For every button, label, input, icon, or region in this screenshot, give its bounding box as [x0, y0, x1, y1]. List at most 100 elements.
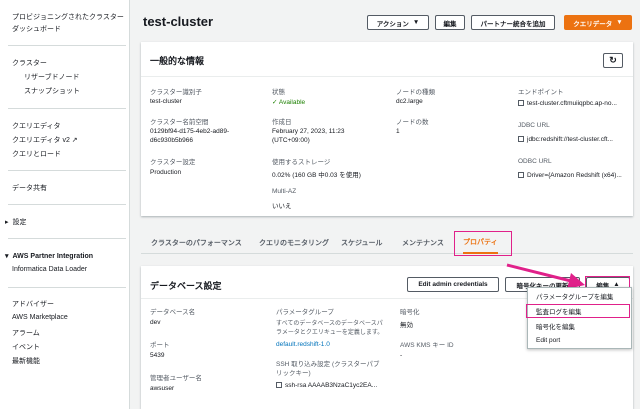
db-name-value: dev: [150, 319, 161, 326]
ssh-label-line2: リックキー): [276, 370, 311, 377]
sidebar-item-datashares[interactable]: データ共有: [12, 183, 47, 193]
sidebar-divider: [8, 287, 126, 288]
admin-user-label: 管理者ユーザー名: [150, 375, 202, 382]
properties-tab-highlight: [454, 231, 512, 256]
sidebar-item-alarms[interactable]: アラーム: [12, 328, 40, 338]
created-value-line1: February 27, 2023, 11:23: [272, 128, 345, 135]
edit-admin-credentials-button[interactable]: Edit admin credentials: [407, 277, 499, 292]
created-label: 作成日: [272, 119, 292, 126]
sidebar-item-partner-label: AWS Partner Integration: [12, 253, 94, 260]
status-label: 状態: [272, 89, 285, 96]
odbc-value[interactable]: Driver={Amazon Redshift (x64)...: [518, 172, 622, 179]
audit-log-highlight: [526, 304, 630, 318]
namespace-value-line1: 0129bf94-d175-4eb2-ad89-: [150, 128, 230, 135]
encryption-value: 無効: [400, 322, 413, 329]
panel-divider: [141, 76, 633, 77]
endpoint-label: エンドポイント: [518, 89, 564, 96]
sidebar-item-informatica[interactable]: Informatica Data Loader: [12, 266, 87, 273]
storage-value: 0.02% (160 GB 中0.03 を使用): [272, 172, 361, 179]
database-config-title: データベース設定: [150, 281, 222, 291]
sidebar-item-dashboard[interactable]: ダッシュボード: [12, 24, 61, 34]
port-label: ポート: [150, 342, 170, 349]
sidebar-item-snapshots[interactable]: スナップショット: [24, 86, 80, 96]
namespace-label: クラスター名前空間: [150, 119, 209, 126]
sidebar-item-whats-new[interactable]: 最新機能: [12, 356, 40, 366]
tab-schedule[interactable]: スケジュール: [341, 232, 383, 254]
kms-key-value: -: [400, 352, 403, 359]
sidebar-item-query-editor[interactable]: クエリエディタ: [12, 121, 61, 131]
ssh-key-text: ssh-rsa AAAAB3NzaC1yc2EA...: [285, 382, 378, 389]
sidebar-divider: [8, 170, 126, 171]
param-group-desc-line1: すべてのデータベースのデータベースパ: [276, 321, 383, 327]
sidebar-divider: [8, 204, 126, 205]
caret-down-icon: ▾: [5, 253, 9, 260]
sidebar-divider: [8, 238, 126, 239]
edit-cluster-button[interactable]: 編集: [435, 15, 465, 30]
param-group-link[interactable]: default.redshift-1.0: [276, 341, 330, 348]
general-info-title: 一般的な情報: [150, 56, 205, 66]
copy-icon[interactable]: [518, 136, 524, 143]
port-value: 5439: [150, 352, 165, 359]
tab-cluster-performance[interactable]: クラスターのパフォーマンス: [151, 232, 242, 254]
sidebar-item-marketplace[interactable]: AWS Marketplace: [12, 314, 68, 321]
query-data-label: クエリデータ: [573, 20, 613, 28]
status-text: Available: [278, 99, 306, 106]
endpoint-text: test-cluster.cftmuiiqpbc.ap-no...: [527, 100, 617, 107]
query-data-button[interactable]: クエリデータ ▼: [564, 15, 632, 30]
menu-item-edit-param-group[interactable]: パラメータグループを編集: [528, 288, 631, 303]
caret-down-icon: ▼: [616, 19, 623, 26]
multiaz-value: いいえ: [272, 203, 292, 210]
cluster-config-value: Production: [150, 169, 182, 176]
refresh-button[interactable]: ↻: [603, 53, 623, 68]
jdbc-label: JDBC URL: [518, 122, 550, 129]
node-type-value: dc2.large: [396, 98, 423, 105]
page-title: test-cluster: [143, 14, 214, 29]
admin-user-value: awsuser: [150, 385, 175, 392]
ssh-key-value[interactable]: ssh-rsa AAAAB3NzaC1yc2EA...: [276, 382, 377, 389]
multiaz-label: Multi-AZ: [272, 188, 297, 195]
actions-button[interactable]: アクション ▼: [367, 15, 429, 30]
sidebar-item-query-editor-v2[interactable]: クエリエディタ v2 ↗: [12, 135, 78, 145]
sidebar-item-clusters[interactable]: クラスター: [12, 58, 47, 68]
storage-label: 使用するストレージ: [272, 159, 331, 166]
sidebar-item-events[interactable]: イベント: [12, 342, 40, 352]
edit-dropdown-menu: パラメータグループを編集 監査ログを編集 暗号化を編集 Edit port: [527, 287, 632, 349]
sidebar-divider: [8, 45, 126, 46]
sidebar-item-queries-loads[interactable]: クエリとロード: [12, 149, 61, 159]
add-partner-button[interactable]: パートナー統合を追加: [471, 15, 555, 30]
sidebar-item-provisioned[interactable]: プロビジョニングされたクラスター: [12, 12, 124, 22]
sidebar-item-partner-integration[interactable]: ▾ AWS Partner Integration: [5, 252, 93, 260]
caret-right-icon: ▸: [5, 219, 9, 226]
tab-query-monitoring[interactable]: クエリのモニタリング: [259, 232, 329, 254]
kms-key-label: AWS KMS キー ID: [400, 342, 454, 349]
sidebar-item-settings[interactable]: ▸ 設定: [5, 217, 27, 227]
cluster-config-label: クラスター設定: [150, 159, 196, 166]
db-name-label: データベース名: [150, 309, 196, 316]
actions-button-label: アクション: [376, 20, 409, 28]
status-value: ✓ Available: [272, 98, 305, 106]
sidebar: プロビジョニングされたクラスター ダッシュボード クラスター リザーブドノード …: [0, 0, 130, 409]
namespace-value-line2: d6c930b5b966: [150, 137, 194, 144]
param-group-label: パラメータグループ: [276, 309, 334, 316]
copy-icon[interactable]: [276, 382, 282, 389]
odbc-text: Driver={Amazon Redshift (x64)...: [527, 172, 622, 179]
cluster-id-value: test-cluster: [150, 98, 182, 105]
node-count-value: 1: [396, 128, 400, 135]
copy-icon[interactable]: [518, 100, 524, 107]
jdbc-value[interactable]: jdbc:redshift://test-cluster.cft...: [518, 136, 613, 143]
copy-icon[interactable]: [518, 172, 524, 179]
odbc-label: ODBC URL: [518, 158, 552, 165]
sidebar-item-advisor[interactable]: アドバイザー: [12, 299, 54, 309]
menu-item-edit-port[interactable]: Edit port: [528, 333, 631, 348]
encryption-label: 暗号化: [400, 309, 420, 316]
sidebar-item-reserved-nodes[interactable]: リザーブドノード: [24, 72, 79, 82]
endpoint-value[interactable]: test-cluster.cftmuiiqpbc.ap-no...: [518, 100, 617, 107]
param-group-desc-line2: ラメータとクエリキューを定義します。: [276, 330, 384, 336]
cluster-id-label: クラスター識別子: [150, 89, 202, 96]
refresh-icon: ↻: [609, 55, 617, 65]
sidebar-item-settings-label: 設定: [12, 219, 27, 226]
menu-item-edit-encryption[interactable]: 暗号化を編集: [528, 318, 631, 333]
tab-maintenance[interactable]: メンテナンス: [402, 232, 444, 254]
sidebar-divider: [8, 108, 126, 109]
node-type-label: ノードの種類: [396, 89, 435, 96]
